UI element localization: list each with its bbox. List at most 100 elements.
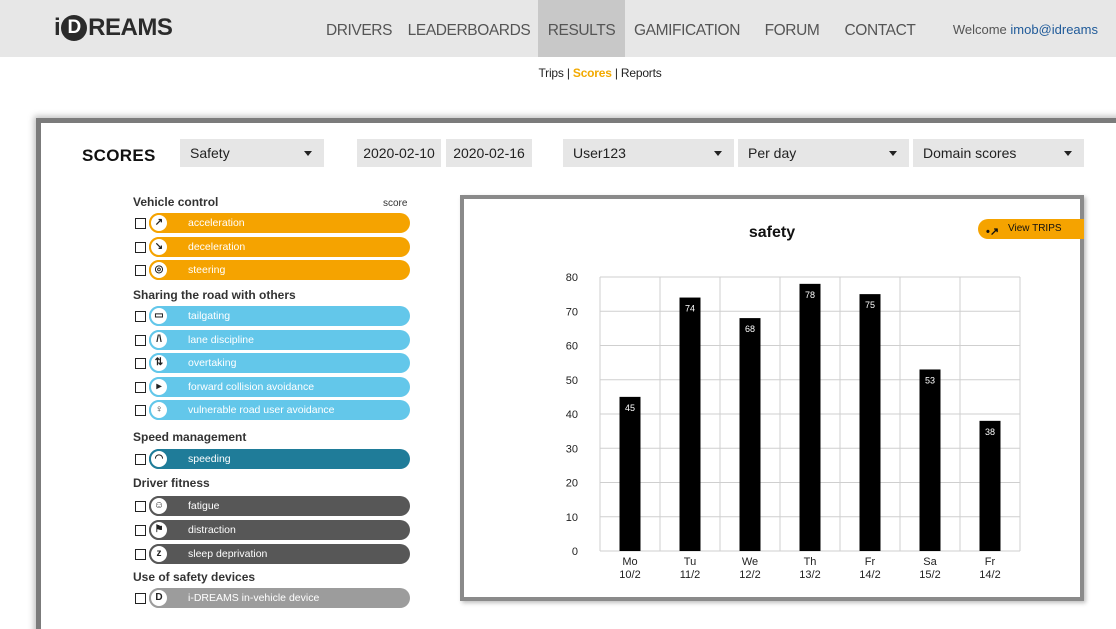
indicator-row-deceleration: deceleration ↘ [133, 237, 410, 257]
x-tick-label-date: 12/2 [739, 569, 760, 581]
subnav-trips[interactable]: Trips [538, 66, 563, 80]
y-tick-label: 10 [566, 512, 578, 524]
domain-select[interactable]: Safety [180, 139, 324, 167]
category-heading-speed-management: Speed management [133, 430, 247, 444]
indicator-row-lane-discipline: lane discipline /\ [133, 330, 410, 350]
category-heading-driver-fitness: Driver fitness [133, 476, 210, 490]
speeding-checkbox[interactable] [135, 454, 146, 465]
vulnerable-road-user-checkbox[interactable] [135, 405, 146, 416]
data-label: 38 [985, 427, 995, 437]
x-tick-label-day: Fr [865, 556, 876, 568]
nav-leaderboards[interactable]: LEADERBOARDS [405, 0, 533, 57]
nav-gamification[interactable]: GAMIFICATION [632, 0, 742, 57]
y-tick-label: 70 [566, 306, 578, 318]
nav-forum[interactable]: FORUM [758, 0, 826, 57]
overtaking-pill[interactable]: overtaking [149, 353, 410, 373]
x-tick-label-day: Th [804, 556, 817, 568]
sleep-icon: z [149, 544, 169, 564]
overtaking-checkbox[interactable] [135, 358, 146, 369]
distraction-checkbox[interactable] [135, 525, 146, 536]
idreams-logo[interactable]: i D REAMS [54, 14, 173, 42]
indicator-row-in-vehicle-device: i-DREAMS in-vehicle device D [133, 588, 410, 608]
nav-results[interactable]: RESULTS [538, 0, 625, 57]
steering-pill[interactable]: steering [149, 260, 410, 280]
data-label: 53 [925, 375, 935, 385]
user-select[interactable]: User123 [563, 139, 734, 167]
in-vehicle-device-checkbox[interactable] [135, 593, 146, 604]
fatigue-icon: ☺ [149, 496, 169, 516]
chart-container: safety •↗ View TRIPS 0 10 20 30 40 50 60 70 80 45… [460, 195, 1084, 601]
subnav-reports[interactable]: Reports [621, 66, 662, 80]
in-vehicle-device-pill[interactable]: i-DREAMS in-vehicle device [149, 588, 410, 608]
indicator-row-acceleration: acceleration ↗ [133, 213, 410, 233]
forward-collision-checkbox[interactable] [135, 382, 146, 393]
pedestrian-icon: ♀ [149, 400, 169, 420]
sleep-deprivation-pill[interactable]: sleep deprivation [149, 544, 410, 564]
date-from-field[interactable]: 2020-02-10 [357, 139, 441, 167]
score-mode-select[interactable]: Domain scores [913, 139, 1084, 167]
forward-collision-pill[interactable]: forward collision avoidance [149, 377, 410, 397]
chevron-down-icon [714, 151, 722, 156]
x-tick-label-date: 15/2 [919, 569, 940, 581]
sleep-deprivation-checkbox[interactable] [135, 549, 146, 560]
nav-drivers[interactable]: DRIVERS [320, 0, 398, 57]
indicator-row-speeding: speeding ◠ [133, 449, 410, 469]
data-label: 45 [625, 403, 635, 413]
bar-1 [619, 396, 641, 551]
date-to-field[interactable]: 2020-02-16 [446, 139, 532, 167]
fatigue-pill[interactable]: fatigue [149, 496, 410, 516]
indicator-row-steering: steering ◎ [133, 260, 410, 280]
data-label: 75 [865, 300, 875, 310]
x-tick-label-day: Sa [923, 556, 937, 568]
indicator-row-fatigue: fatigue ☺ [133, 496, 410, 516]
indicator-row-forward-collision: forward collision avoidance ▸ [133, 377, 410, 397]
score-column-label: score [383, 198, 408, 209]
indicator-row-vulnerable-road-user: vulnerable road user avoidance ♀ [133, 400, 410, 420]
data-label: 68 [745, 324, 755, 334]
x-tick-label-day: Mo [622, 556, 637, 568]
y-tick-label: 60 [566, 341, 578, 353]
steering-wheel-icon: ◎ [149, 260, 169, 280]
fatigue-checkbox[interactable] [135, 501, 146, 512]
distraction-pill[interactable]: distraction [149, 520, 410, 540]
x-tick-label-day: We [742, 556, 758, 568]
indicator-row-sleep-deprivation: sleep deprivation z [133, 544, 410, 564]
category-heading-vehicle-control: Vehicle control [133, 195, 219, 209]
data-label: 78 [805, 290, 815, 300]
user-link[interactable]: imob@idreams [1010, 22, 1098, 37]
y-tick-label: 30 [566, 443, 578, 455]
vulnerable-road-user-pill[interactable]: vulnerable road user avoidance [149, 400, 410, 420]
x-tick-label-date: 14/2 [859, 569, 880, 581]
deceleration-checkbox[interactable] [135, 242, 146, 253]
chevron-down-icon [1064, 151, 1072, 156]
bar-3 [739, 318, 761, 551]
deceleration-icon: ↘ [149, 237, 169, 257]
category-heading-sharing-road: Sharing the road with others [133, 288, 296, 302]
subnav-scores[interactable]: Scores [573, 66, 612, 80]
y-tick-label: 80 [566, 272, 578, 284]
indicator-row-tailgating: tailgating ▭ [133, 306, 410, 326]
results-subnav: Trips | Scores | Reports [538, 66, 662, 80]
x-tick-label-date: 14/2 [979, 569, 1000, 581]
lane-discipline-checkbox[interactable] [135, 335, 146, 346]
indicator-row-distraction: distraction ⚑ [133, 520, 410, 540]
speedometer-icon: ◠ [149, 449, 169, 469]
tailgating-checkbox[interactable] [135, 311, 146, 322]
bar-4 [799, 283, 821, 551]
lane-discipline-pill[interactable]: lane discipline [149, 330, 410, 350]
acceleration-checkbox[interactable] [135, 218, 146, 229]
deceleration-pill[interactable]: deceleration [149, 237, 410, 257]
data-label: 74 [685, 304, 695, 314]
acceleration-pill[interactable]: acceleration [149, 213, 410, 233]
steering-checkbox[interactable] [135, 265, 146, 276]
welcome-message: Welcome imob@idreams [952, 22, 1098, 37]
lane-icon: /\ [149, 330, 169, 350]
speeding-pill[interactable]: speeding [149, 449, 410, 469]
nav-contact[interactable]: CONTACT [838, 0, 922, 57]
distraction-icon: ⚑ [149, 520, 169, 540]
period-select[interactable]: Per day [738, 139, 909, 167]
x-tick-label-date: 10/2 [619, 569, 640, 581]
y-tick-label: 50 [566, 375, 578, 387]
page-title: SCORES [82, 146, 156, 165]
tailgating-pill[interactable]: tailgating [149, 306, 410, 326]
